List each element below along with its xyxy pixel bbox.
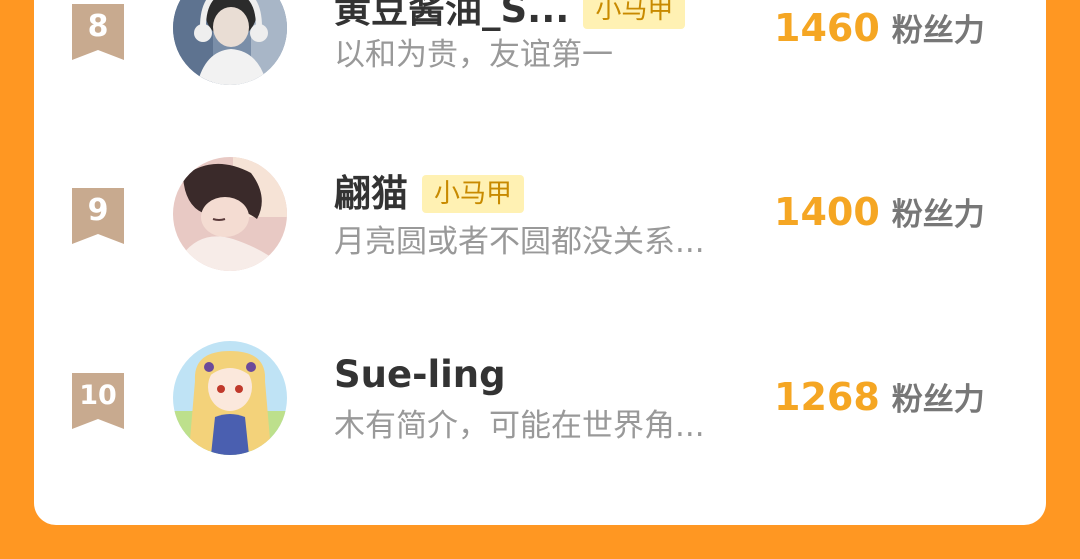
ranking-row-10[interactable]: 10 Sue-ling 木有简介，可能在世界角... 1268 粉丝力 — [0, 340, 1080, 460]
user-name[interactable]: 黄豆酱油_S... — [334, 0, 569, 33]
rank-badge: 8 — [72, 4, 124, 60]
user-bio: 以和为贵，友谊第一 — [334, 37, 613, 73]
score-unit: 粉丝力 — [891, 197, 985, 233]
avatar-boy-headphones-icon — [173, 0, 287, 85]
score-value: 1268 — [774, 375, 880, 419]
user-name[interactable]: 翩猫 — [334, 171, 408, 217]
fan-score: 1460 粉丝力 — [774, 5, 985, 50]
ranking-row-9[interactable]: 9 翩猫 小马甲 月亮圆或者不圆都没关系... 1400 粉丝力 — [0, 155, 1080, 275]
user-tag: 小马甲 — [422, 175, 525, 213]
rank-number: 9 — [87, 193, 109, 228]
score-value: 1460 — [774, 6, 880, 50]
avatar-anime-boy-icon — [173, 157, 287, 271]
user-avatar[interactable] — [173, 157, 287, 271]
name-line: Sue-ling — [334, 352, 506, 398]
rank-badge: 10 — [72, 373, 124, 429]
user-tag: 小马甲 — [583, 0, 686, 29]
fan-score: 1268 粉丝力 — [774, 374, 985, 419]
user-bio: 木有简介，可能在世界角... — [334, 408, 705, 444]
score-value: 1400 — [774, 190, 880, 234]
rank-number: 8 — [87, 9, 109, 44]
fan-score: 1400 粉丝力 — [774, 189, 985, 234]
user-avatar[interactable] — [173, 0, 287, 85]
user-bio: 月亮圆或者不圆都没关系... — [334, 224, 705, 260]
user-avatar[interactable] — [173, 341, 287, 455]
score-unit: 粉丝力 — [891, 382, 985, 418]
avatar-anime-girl-icon — [173, 341, 287, 455]
user-name[interactable]: Sue-ling — [334, 352, 506, 398]
score-unit: 粉丝力 — [891, 13, 985, 49]
rank-badge: 9 — [72, 188, 124, 244]
rank-number: 10 — [79, 380, 117, 411]
ranking-row-8[interactable]: 8 黄豆酱油_S... 小马甲 以和为贵，友谊第一 1460 粉丝力 — [0, 0, 1080, 91]
name-line: 黄豆酱油_S... 小马甲 — [334, 0, 686, 33]
name-line: 翩猫 小马甲 — [334, 171, 525, 217]
